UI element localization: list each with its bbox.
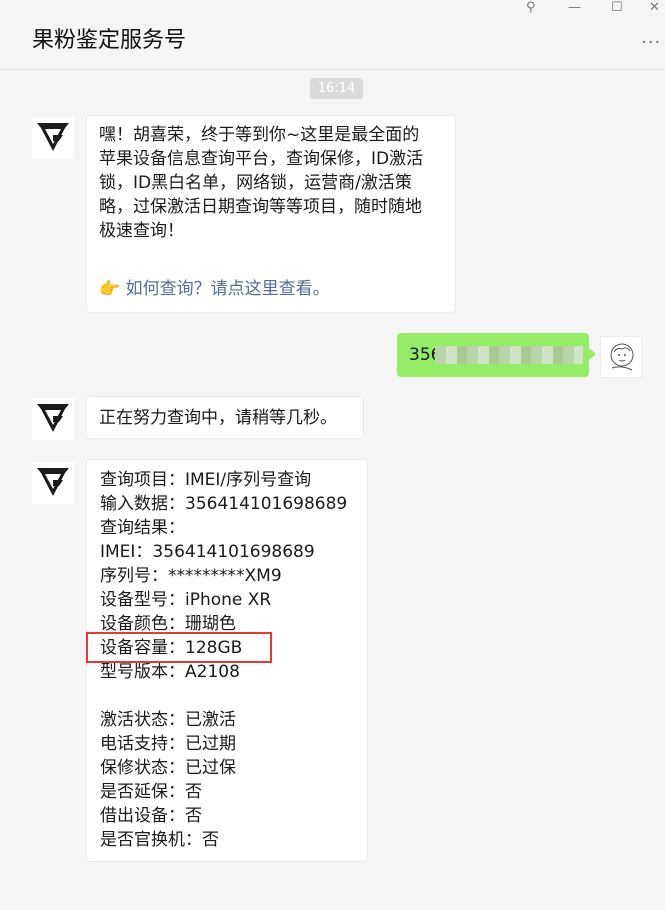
user-avatar[interactable] <box>600 336 642 378</box>
result-row: IMEI：356414101698689 <box>100 542 315 562</box>
pointing-hand-icon: 👉 <box>99 279 121 299</box>
timestamp-badge: 16:14 <box>310 78 363 99</box>
brand-logo-icon <box>32 117 74 159</box>
result-row: 查询项目：IMEI/序列号查询 <box>100 470 312 490</box>
result-row: 查询结果： <box>100 518 185 538</box>
message-line: 极速查询！ <box>99 221 184 241</box>
brand-logo-icon <box>32 462 74 504</box>
help-link-row[interactable]: 👉 如何查询？请点这里查看。 <box>99 277 443 301</box>
user-avatar-sketch-icon <box>601 337 641 377</box>
message-line: 锁，ID黑白名单，网络锁，运营商/激活策 <box>99 173 412 193</box>
bot-avatar[interactable] <box>32 462 74 504</box>
redacted-blur <box>435 346 583 364</box>
result-row: 电话支持：已过期 <box>100 734 236 754</box>
result-row: 激活状态：已激活 <box>100 710 236 730</box>
result-row: 保修状态：已过保 <box>100 758 236 778</box>
message-line: 略，过保激活日期查询等等项目，随时随地 <box>99 197 422 217</box>
chat-header: 果粉鉴定服务号 ⚲ — ☐ ✕ ··· <box>0 0 665 70</box>
pin-icon[interactable]: ⚲ <box>526 0 536 16</box>
capacity-highlight-box <box>86 632 272 663</box>
result-row: 是否官换机：否 <box>100 830 219 850</box>
message-bubble-waiting[interactable]: 正在努力查询中，请稍等几秒。 <box>86 396 364 439</box>
minimize-icon[interactable]: — <box>568 0 581 16</box>
result-row: 设备型号：iPhone XR <box>100 590 272 610</box>
brand-logo-icon <box>32 398 74 440</box>
message-line: 苹果设备信息查询平台，查询保修，ID激活 <box>99 149 424 169</box>
message-bubble-sent[interactable]: 356 <box>397 333 589 377</box>
result-row: 序列号：*********XM9 <box>100 566 282 586</box>
bot-avatar[interactable] <box>32 117 74 159</box>
result-row: 是否延保：否 <box>100 782 202 802</box>
result-row: 借出设备：否 <box>100 806 202 826</box>
bot-avatar[interactable] <box>32 398 74 440</box>
sent-bubble-tail <box>589 348 596 360</box>
result-row-spacer <box>100 684 354 708</box>
more-icon[interactable]: ··· <box>641 32 661 53</box>
close-icon[interactable]: ✕ <box>649 0 660 16</box>
message-bubble-welcome[interactable]: 嘿！胡喜荣，终于等到你~这里是最全面的 苹果设备信息查询平台，查询保修，ID激活… <box>86 115 456 313</box>
help-link[interactable]: 如何查询？请点这里查看。 <box>126 279 330 299</box>
result-row: 输入数据：356414101698689 <box>100 494 348 514</box>
waiting-text: 正在努力查询中，请稍等几秒。 <box>99 408 337 428</box>
result-row: 型号版本：A2108 <box>100 662 240 682</box>
maximize-icon[interactable]: ☐ <box>611 0 623 16</box>
message-line: 嘿！胡喜荣，终于等到你~这里是最全面的 <box>99 125 420 145</box>
chat-title: 果粉鉴定服务号 <box>32 28 187 53</box>
